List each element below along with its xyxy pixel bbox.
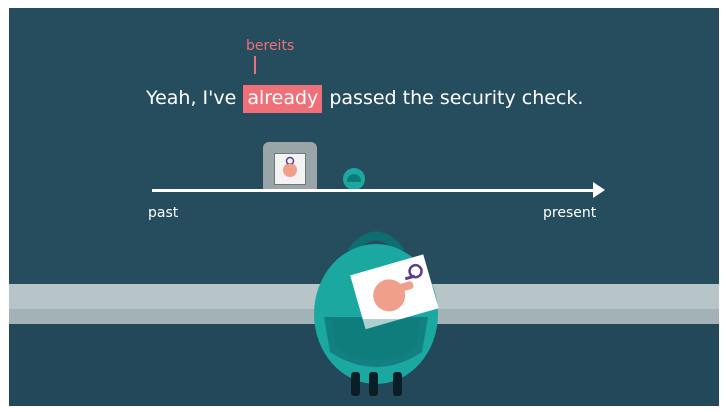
small-bag-icon [343, 168, 365, 190]
timeline-end-label: present [543, 205, 597, 221]
security-scanner-illustration [263, 142, 317, 192]
sentence-start: Yeah, I've [146, 87, 237, 109]
arrow-right-icon [593, 182, 605, 198]
gloss-connector-line [254, 56, 256, 74]
example-sentence: Yeah, I've already passed the security c… [146, 82, 583, 114]
xray-hand-icon [283, 156, 297, 177]
translation-gloss: bereits [246, 38, 295, 54]
scene: bereits Yeah, I've already passed the se… [9, 8, 719, 406]
backpack-illustration [314, 231, 439, 396]
timeline-axis [152, 189, 600, 192]
timeline-start-label: past [148, 205, 179, 221]
sentence-end: passed the security check. [329, 87, 584, 109]
scanner-screen [274, 153, 306, 185]
highlighted-word: already [243, 85, 323, 113]
